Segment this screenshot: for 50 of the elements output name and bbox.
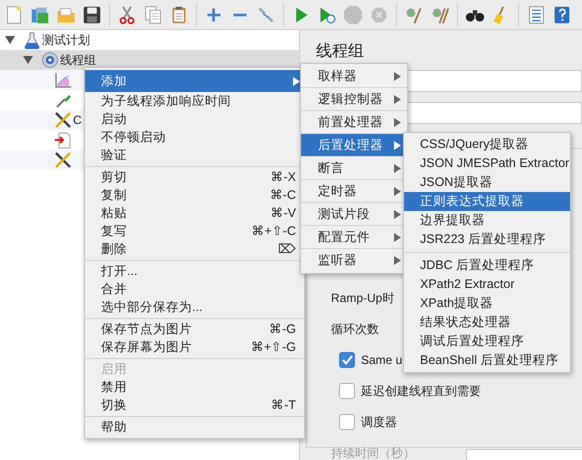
field-label: 循环次数 (331, 320, 379, 338)
menu-item[interactable]: XPath提取器 (404, 294, 570, 313)
menu-item[interactable]: 取样器 (301, 65, 407, 88)
shortcut-label: ⌘-C (270, 186, 297, 204)
menu-item[interactable]: 禁用 (85, 378, 304, 396)
field-label: 持续时间（秒） (331, 444, 415, 460)
tree-item[interactable]: 线程组 (60, 51, 96, 69)
menu-item[interactable]: JSON JMESPath Extractor (404, 154, 570, 173)
menu-item[interactable]: 结果状态处理器 (404, 313, 570, 332)
menu-item[interactable]: 切换 ⌘-T (85, 396, 304, 414)
menu-item[interactable]: JDBC 后置处理程序 (404, 256, 570, 275)
shortcut-label: ⌘-V (270, 204, 297, 222)
shortcut-label: ⌦ (278, 240, 297, 258)
menu-item[interactable]: CSS/JQuery提取器 (404, 135, 570, 154)
shortcut-label: ⌘+⇧-C (252, 222, 297, 240)
menu-item[interactable]: 粘贴 ⌘-V (85, 204, 304, 222)
tree-item[interactable]: 测试计划 (42, 31, 90, 49)
shortcut-label: ⌘-T (271, 396, 297, 414)
menu-item[interactable]: JSR223 后置处理程序 (404, 230, 570, 249)
field-label: Ramp-Up时 (331, 290, 394, 306)
menu-item[interactable]: 正则表达式提取器 (404, 192, 570, 211)
shortcut-label: ⌘+⇧-G (250, 338, 297, 356)
checkbox-label: 延迟创建线程直到需要 (361, 382, 481, 400)
menu-item[interactable]: 验证 (85, 146, 304, 164)
shortcut-label: ⌘-X (270, 168, 297, 186)
menu-item[interactable]: 选中部分保存为... (85, 298, 304, 316)
menu-item[interactable]: 启动 (85, 110, 304, 128)
menu-item[interactable]: 不停顿启动 (85, 128, 304, 146)
menu-item[interactable]: 复写 ⌘+⇧-C (85, 222, 304, 240)
menu-item[interactable]: JSON提取器 (404, 173, 570, 192)
menu-item[interactable]: 打开... (85, 262, 304, 280)
menu-item[interactable]: XPath2 Extractor (404, 275, 570, 294)
menu-item[interactable]: 剪切 ⌘-X (85, 168, 304, 186)
menu-item[interactable]: 保存节点为图片 ⌘-G (85, 320, 304, 338)
menu-item[interactable]: 为子线程添加响应时间 (85, 92, 304, 110)
menu-item[interactable]: 帮助 (85, 418, 304, 436)
panel-title: 线程组 (316, 42, 364, 62)
menu-item[interactable]: 调试后置处理程序 (404, 332, 570, 351)
checkbox-label: Same u (361, 352, 402, 368)
menu-item[interactable]: 保存屏幕为图片 ⌘+⇧-G (85, 338, 304, 356)
menu-item[interactable]: 合并 (85, 280, 304, 298)
menu-item[interactable]: 删除 ⌦ (85, 240, 304, 258)
shortcut-label: ⌘-G (269, 320, 297, 338)
menu-item[interactable]: 监听器 (301, 249, 407, 272)
tree-item[interactable]: C (73, 111, 82, 129)
menu-item[interactable]: 边界提取器 (404, 211, 570, 230)
checkbox-label: 调度器 (361, 414, 397, 430)
menu-item[interactable]: BeanShell 后置处理程序 (404, 351, 570, 370)
menu-item[interactable]: 逻辑控制器 (301, 88, 407, 111)
menu-item[interactable]: 复制 ⌘-C (85, 186, 304, 204)
